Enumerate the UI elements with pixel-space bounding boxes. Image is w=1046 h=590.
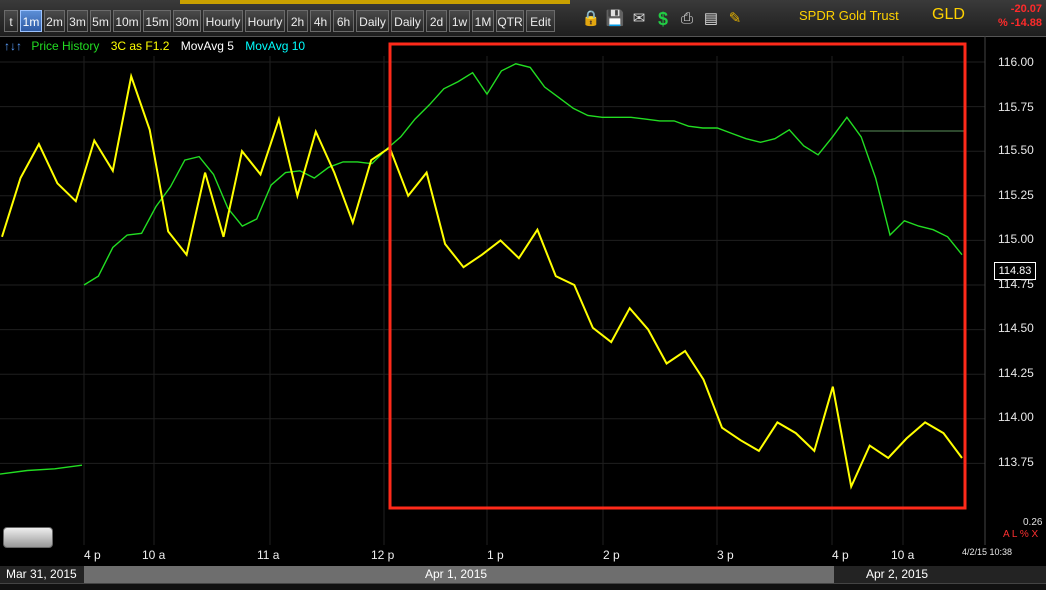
y-tick-label: 115.75 (998, 100, 1034, 114)
three-c-line (1, 72, 963, 490)
pencil-icon[interactable]: ✎ (724, 8, 746, 30)
y-tick-label: 114.50 (998, 321, 1034, 335)
x-tick-label: 12 p (371, 548, 395, 562)
timeframe-button[interactable]: Hourly (245, 10, 285, 32)
timeframe-button[interactable]: 1m (20, 10, 42, 32)
save-icon[interactable]: 💾 (604, 8, 626, 30)
x-tick-label: 1 p (487, 548, 504, 562)
x-tick-label: 4 p (832, 548, 849, 562)
lock-icon[interactable]: 🔒 (580, 8, 602, 30)
mail-icon[interactable]: ✉ (628, 8, 650, 30)
change-percent: % -14.88 (997, 17, 1042, 29)
scan-icon[interactable]: ▤ (700, 8, 722, 30)
timeframe-button[interactable]: 1w (449, 10, 470, 32)
y-tick-label: 113.75 (998, 455, 1034, 469)
timeframe-button[interactable]: 6h (333, 10, 354, 32)
y-tick-label: 114.75 (998, 277, 1034, 291)
y-tick-label: 114.00 (998, 410, 1034, 424)
timeframe-button[interactable]: Hourly (203, 10, 243, 32)
date-label: Apr 2, 2015 (866, 567, 929, 581)
x-tick-label: 10 a (891, 548, 915, 562)
timeframe-button[interactable]: 3m (67, 10, 88, 32)
y-tick-label: 115.50 (998, 143, 1034, 157)
timeframe-button[interactable]: 1M (472, 10, 494, 32)
date-label: Apr 1, 2015 (425, 567, 488, 581)
timeframe-button[interactable]: Daily (356, 10, 389, 32)
x-tick-label: 4 p (84, 548, 101, 562)
x-tick-label: 3 p (717, 548, 734, 562)
timeframe-button[interactable]: QTR (496, 10, 524, 32)
price-history-line-early (0, 464, 83, 475)
toolbar: t 1m 2m 3m 5m 10m 15m 30m Hourly Hourly 2h 4h 6h Dail… (0, 0, 1046, 37)
y-tick-label: 115.00 (998, 232, 1034, 246)
print-icon[interactable]: ⎙ (676, 8, 698, 30)
timeframe-button[interactable]: 2d (426, 10, 447, 32)
dollar-icon[interactable]: $ (652, 8, 674, 30)
timeframe-button[interactable]: t (4, 10, 18, 32)
company-name: SPDR Gold Trust (799, 8, 899, 23)
timeframe-button[interactable]: 10m (113, 10, 141, 32)
timeframe-button[interactable]: 30m (173, 10, 201, 32)
highlight-rectangle (388, 42, 967, 510)
timeframe-button[interactable]: 2h (287, 10, 308, 32)
axis-controls[interactable]: A L % X (1003, 529, 1038, 540)
y-tick-label: 116.00 (998, 55, 1034, 69)
timeframe-button[interactable]: 5m (90, 10, 111, 32)
x-tick-label: 10 a (142, 548, 166, 562)
toolbar-accent-strip (180, 0, 570, 4)
change-absolute: -20.07 (1010, 3, 1042, 15)
timeframe-button[interactable]: Edit (526, 10, 555, 32)
timestamp: 4/2/15 10:38 (962, 547, 1013, 557)
x-tick-label: 11 a (257, 548, 280, 562)
symbol: GLD (932, 6, 965, 23)
timeframe-button[interactable]: 2m (44, 10, 65, 32)
date-label: Mar 31, 2015 (6, 567, 77, 581)
chart-scroll-handle[interactable] (3, 527, 53, 548)
timeframe-button[interactable]: Daily (391, 10, 424, 32)
timeframe-button[interactable]: 4h (310, 10, 331, 32)
chart-grid (0, 36, 986, 545)
change-readout: -20.07 % -14.88 (998, 2, 1042, 30)
indicator-value: 0.26 (1023, 517, 1043, 528)
timeframe-button[interactable]: 15m (143, 10, 171, 32)
x-tick-label: 2 p (603, 548, 620, 562)
y-tick-label: 114.25 (998, 366, 1034, 380)
y-tick-label: 115.25 (998, 188, 1034, 202)
chart-plot[interactable] (0, 36, 1046, 566)
